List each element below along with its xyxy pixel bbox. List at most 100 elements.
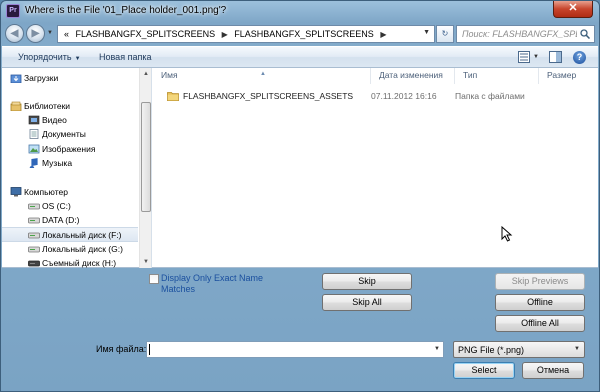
libraries-icon	[10, 101, 22, 111]
back-button[interactable]: ◀	[5, 24, 24, 43]
nav-scrollbar[interactable]: ▲ ▼	[139, 68, 151, 268]
cancel-button[interactable]: Отмена	[522, 362, 584, 379]
sidebar-item[interactable]: Музыка	[2, 156, 138, 171]
navigation-pane: Загрузки Библиотеки Видео Документы Изображе…	[2, 68, 152, 268]
select-button[interactable]: Select	[453, 362, 515, 379]
drive-icon	[28, 232, 40, 239]
recent-locations-dropdown[interactable]: ▼	[47, 30, 53, 36]
sidebar-item[interactable]: Съемный диск (H:)	[2, 256, 138, 268]
refresh-button[interactable]: ↻	[436, 25, 454, 43]
folder-icon	[167, 92, 179, 101]
close-button[interactable]: ✕	[553, 1, 593, 18]
title-bar: Pr Where is the File '01_Place holder_00…	[1, 1, 599, 21]
breadcrumb-item[interactable]: FLASHBANGFX_SPLITSCREENS	[76, 29, 216, 39]
sidebar-item-label: Съемный диск (H:)	[42, 258, 117, 268]
sidebar-item[interactable]: OS (C:)	[2, 199, 138, 214]
organize-label: Упорядочить	[18, 52, 72, 62]
column-header-name[interactable]: Имя ▲	[153, 68, 371, 84]
sidebar-item-label: Локальный диск (G:)	[42, 244, 123, 254]
pictures-icon	[28, 144, 40, 154]
sidebar-item[interactable]: DATA (D:)	[2, 213, 138, 228]
sidebar-item-label: Библиотеки	[24, 101, 71, 111]
sidebar-item[interactable]: Видео	[2, 113, 138, 128]
organize-menu[interactable]: Упорядочить ▼	[18, 52, 81, 62]
preview-pane-icon[interactable]	[549, 51, 562, 63]
drive-icon	[28, 203, 40, 210]
skip-button[interactable]: Skip	[322, 273, 412, 290]
sidebar-item-label: Локальный диск (F:)	[42, 230, 122, 240]
breadcrumb-overflow[interactable]: «	[64, 29, 69, 39]
offline-all-button[interactable]: Offline All	[495, 315, 585, 332]
drive-icon	[28, 246, 40, 253]
column-header-date[interactable]: Дата изменения	[371, 68, 455, 84]
file-date: 07.11.2012 16:16	[371, 91, 437, 101]
chevron-down-icon: ▼	[574, 346, 580, 352]
skip-all-button[interactable]: Skip All	[322, 294, 412, 311]
address-bar[interactable]: « FLASHBANGFX_SPLITSCREENS ▶ FLASHBANGFX…	[57, 25, 435, 43]
file-list: Имя ▲ Дата изменения Тип Размер FLASHBAN…	[153, 68, 598, 268]
column-name-label: Имя	[161, 70, 178, 80]
file-type-value: PNG File (*.png)	[458, 345, 525, 355]
display-exact-matches-label[interactable]: Display Only Exact Name Matches	[161, 273, 271, 295]
help-icon[interactable]: ?	[573, 51, 586, 64]
scroll-up-icon[interactable]: ▲	[140, 68, 151, 80]
sidebar-item-label: Компьютер	[24, 187, 68, 197]
filename-input[interactable]: ▼	[146, 341, 444, 358]
column-header-type[interactable]: Тип	[455, 68, 539, 84]
breadcrumb-separator-icon[interactable]: ▶	[380, 30, 386, 39]
new-folder-button[interactable]: Новая папка	[99, 52, 151, 62]
sidebar-item[interactable]: Локальный диск (G:)	[2, 242, 138, 257]
breadcrumb-item[interactable]: FLASHBANGFX_SPLITSCREENS	[234, 29, 374, 39]
command-toolbar: Упорядочить ▼ Новая папка ▼ ?	[2, 46, 598, 68]
sidebar-item-label: Загрузки	[24, 73, 59, 83]
forward-button[interactable]: ▶	[26, 24, 45, 43]
window-title: Where is the File '01_Place holder_001.p…	[25, 5, 227, 16]
sidebar-item-label: Документы	[42, 129, 86, 139]
music-icon	[29, 158, 38, 168]
drive-icon	[28, 217, 40, 224]
sort-ascending-icon: ▲	[260, 71, 266, 77]
premiere-app-icon: Pr	[6, 4, 20, 18]
sidebar-item[interactable]: Документы	[2, 127, 138, 142]
search-icon[interactable]	[580, 29, 590, 39]
file-type: Папка с файлами	[455, 91, 525, 101]
sidebar-item[interactable]: Локальный диск (F:)	[2, 227, 138, 242]
offline-button[interactable]: Offline	[495, 294, 585, 311]
scrollbar-thumb[interactable]	[141, 102, 151, 212]
sidebar-item[interactable]: Загрузки	[2, 71, 138, 86]
sidebar-item[interactable]: Компьютер	[2, 185, 138, 200]
filename-label: Имя файла:	[96, 344, 147, 354]
chevron-down-icon: ▼	[74, 56, 81, 62]
downloads-icon	[10, 74, 22, 83]
column-header-size[interactable]: Размер	[539, 68, 597, 84]
sidebar-item[interactable]: Изображения	[2, 142, 138, 157]
documents-icon	[29, 129, 39, 139]
breadcrumb-separator-icon[interactable]: ▶	[222, 30, 228, 39]
navigation-bar: ◀ ▶ ▼ « FLASHBANGFX_SPLITSCREENS ▶ FLASH…	[5, 24, 595, 44]
forward-arrow-icon: ▶	[31, 28, 40, 39]
back-arrow-icon: ◀	[10, 28, 19, 39]
text-caret	[149, 344, 150, 355]
sidebar-item-label: Музыка	[42, 158, 73, 168]
sidebar-item-label: Видео	[42, 115, 67, 125]
view-options-dropdown[interactable]: ▼	[533, 54, 539, 60]
skip-previews-button[interactable]: Skip Previews	[495, 273, 585, 290]
filename-history-dropdown[interactable]: ▼	[434, 346, 440, 352]
display-exact-matches-checkbox[interactable]	[149, 274, 159, 284]
sidebar-item[interactable]: Библиотеки	[2, 99, 138, 114]
sidebar-item-label: OS (C:)	[42, 201, 71, 211]
search-placeholder: Поиск: FLASHBANGFX_SPLITSC...	[462, 29, 577, 39]
change-view-icon[interactable]	[518, 51, 530, 63]
computer-icon	[10, 187, 22, 197]
address-history-dropdown[interactable]: ▼	[423, 29, 430, 36]
mouse-cursor-icon	[501, 226, 513, 242]
removable-drive-icon	[28, 260, 40, 267]
refresh-icon: ↻	[441, 29, 449, 38]
file-type-select[interactable]: PNG File (*.png) ▼	[453, 341, 585, 358]
breadcrumb: « FLASHBANGFX_SPLITSCREENS ▶ FLASHBANGFX…	[64, 29, 390, 39]
list-item[interactable]: FLASHBANGFX_SPLITSCREENS_ASSETS 07.11.20…	[161, 88, 591, 104]
search-input[interactable]: Поиск: FLASHBANGFX_SPLITSC...	[456, 25, 595, 43]
video-icon	[28, 115, 40, 125]
scroll-down-icon[interactable]: ▼	[140, 256, 151, 268]
sidebar-item-label: DATA (D:)	[42, 215, 80, 225]
